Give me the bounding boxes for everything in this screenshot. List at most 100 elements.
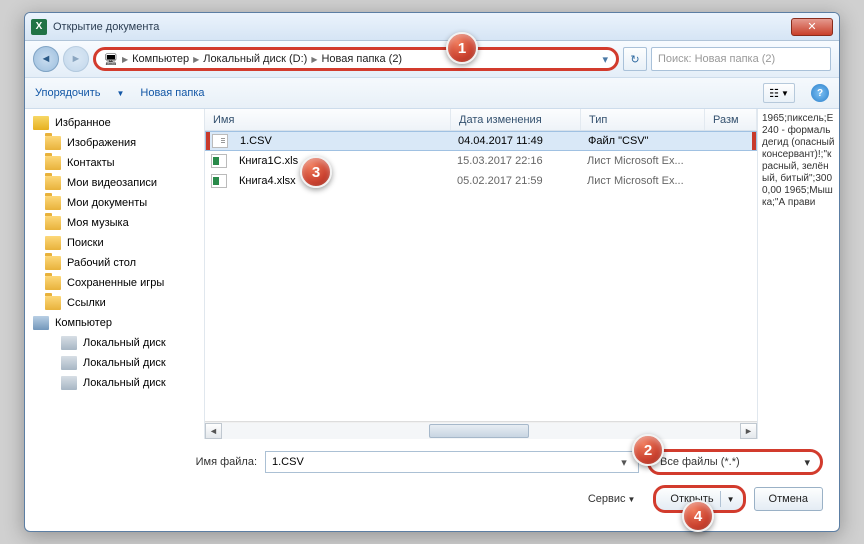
file-xls-icon [211,154,227,168]
back-button[interactable]: ◄ [33,46,59,72]
filename-label: Имя файла: [41,456,257,468]
open-dialog-window: X Открытие документа ✕ ◄ ► 🖥 ▶ Компьютер… [24,12,840,532]
chevron-right-icon: ▶ [311,55,317,64]
view-options-button[interactable]: ☷ ▼ [763,83,795,103]
service-menu[interactable]: Сервис ▼ [588,493,636,505]
sidebar-item[interactable]: Локальный диск [25,373,204,393]
organize-button[interactable]: Упорядочить [35,87,100,99]
search-input[interactable]: Поиск: Новая папка (2) [651,47,831,71]
sidebar-item[interactable]: Ссылки [25,293,204,313]
address-dropdown-icon[interactable]: ▾ [602,53,608,66]
preview-pane: 1965;пиксель;E240 - формальдегид (опасны… [757,109,839,439]
file-name: Книга4.xlsx [231,175,449,187]
fold-icon [45,276,61,290]
file-row[interactable]: Книга4.xlsx05.02.2017 21:59Лист Microsof… [205,171,757,191]
sidebar-item-label: Рабочий стол [67,257,136,269]
sidebar-item-label: Изображения [67,137,136,149]
file-row[interactable]: 1.CSV04.04.2017 11:49Файл "CSV" [205,131,757,151]
callout-3: 3 [300,156,332,188]
chevron-down-icon[interactable]: ▼ [727,495,735,504]
excel-icon: X [31,19,47,35]
sidebar-item-label: Контакты [67,157,115,169]
close-button[interactable]: ✕ [791,18,833,36]
sidebar-item-label: Локальный диск [83,357,166,369]
filename-dropdown-icon[interactable]: ▾ [616,456,632,469]
col-name[interactable]: Имя [205,109,451,130]
sidebar-item-label: Локальный диск [83,337,166,349]
drive-icon [61,336,77,350]
drive-icon [61,356,77,370]
breadcrumb-segment[interactable]: Новая папка (2) [321,53,402,65]
footer: Имя файла: 1.CSV ▾ Все файлы (*.*) ▾ Сер… [25,439,839,525]
sidebar-item[interactable]: Мои видеозаписи [25,173,204,193]
file-type-filter[interactable]: Все файлы (*.*) ▾ [647,449,823,475]
address-bar[interactable]: 🖥 ▶ Компьютер ▶ Локальный диск (D:) ▶ Но… [93,47,619,71]
sidebar-item[interactable]: Моя музыка [25,213,204,233]
file-area: Имя Дата изменения Тип Разм 1.CSV04.04.2… [205,109,757,439]
callout-1: 1 [446,32,478,64]
filename-input[interactable]: 1.CSV ▾ [265,451,639,473]
refresh-button[interactable]: ↻ [623,47,647,71]
breadcrumb-segment[interactable]: Локальный диск (D:) [203,53,307,65]
file-name: Книга1C.xls [231,155,449,167]
sidebar-item-label: Моя музыка [67,217,129,229]
star-icon [33,116,49,130]
chevron-down-icon: ▾ [804,456,810,469]
sidebar-item-label: Поиски [67,237,104,249]
sidebar-item-label: Мои документы [67,197,147,209]
fold-icon [45,256,61,270]
toolbar: Упорядочить ▼ Новая папка ☷ ▼ ? [25,77,839,109]
sidebar-item[interactable]: Изображения [25,133,204,153]
drive-icon [61,376,77,390]
callout-2: 2 [632,434,664,466]
sidebar-item[interactable]: Избранное [25,113,204,133]
computer-icon: 🖥 [104,53,118,66]
file-row[interactable]: Книга1C.xls15.03.2017 22:16Лист Microsof… [205,151,757,171]
fold-icon [45,296,61,310]
sidebar-item-label: Ссылки [67,297,106,309]
sidebar-item-label: Компьютер [55,317,112,329]
file-csv-icon [212,134,228,148]
forward-button[interactable]: ► [63,46,89,72]
sidebar-item[interactable]: Поиски [25,233,204,253]
file-list[interactable]: 1.CSV04.04.2017 11:49Файл "CSV"Книга1C.x… [205,131,757,421]
nav-row: ◄ ► 🖥 ▶ Компьютер ▶ Локальный диск (D:) … [25,41,839,77]
sidebar-item[interactable]: Рабочий стол [25,253,204,273]
cancel-button[interactable]: Отмена [754,487,823,511]
fold-icon [45,156,61,170]
scroll-thumb[interactable] [429,424,529,438]
sidebar-item-label: Сохраненные игры [67,277,164,289]
file-date: 04.04.2017 11:49 [450,135,580,147]
comp-icon [33,316,49,330]
srch-icon [45,236,61,250]
h-scrollbar[interactable]: ◄ ► [205,421,757,439]
help-button[interactable]: ? [811,84,829,102]
breadcrumb-segment[interactable]: Компьютер [132,53,189,65]
sidebar-item[interactable]: Компьютер [25,313,204,333]
col-size[interactable]: Разм [705,109,757,130]
titlebar[interactable]: X Открытие документа ✕ [25,13,839,41]
fold-icon [45,176,61,190]
filename-value: 1.CSV [272,456,304,468]
new-folder-button[interactable]: Новая папка [140,87,204,99]
dialog-body: Избранное Изображения Контакты Мои видеозап… [25,109,839,439]
file-type: Файл "CSV" [580,135,704,147]
file-name: 1.CSV [232,135,450,147]
col-date[interactable]: Дата изменения [451,109,581,130]
file-date: 15.03.2017 22:16 [449,155,579,167]
col-type[interactable]: Тип [581,109,705,130]
sidebar-item[interactable]: Мои документы [25,193,204,213]
scroll-right-button[interactable]: ► [740,423,757,439]
window-title: Открытие документа [53,21,159,33]
file-date: 05.02.2017 21:59 [449,175,579,187]
scroll-left-button[interactable]: ◄ [205,423,222,439]
sidebar-item[interactable]: Локальный диск [25,333,204,353]
file-type: Лист Microsoft Ex... [579,155,703,167]
sidebar-item[interactable]: Локальный диск [25,353,204,373]
column-headers: Имя Дата изменения Тип Разм [205,109,757,131]
sidebar-item[interactable]: Контакты [25,153,204,173]
filter-label: Все файлы (*.*) [660,456,740,468]
chevron-down-icon: ▼ [627,495,635,504]
scroll-track[interactable] [222,423,740,439]
sidebar-item[interactable]: Сохраненные игры [25,273,204,293]
